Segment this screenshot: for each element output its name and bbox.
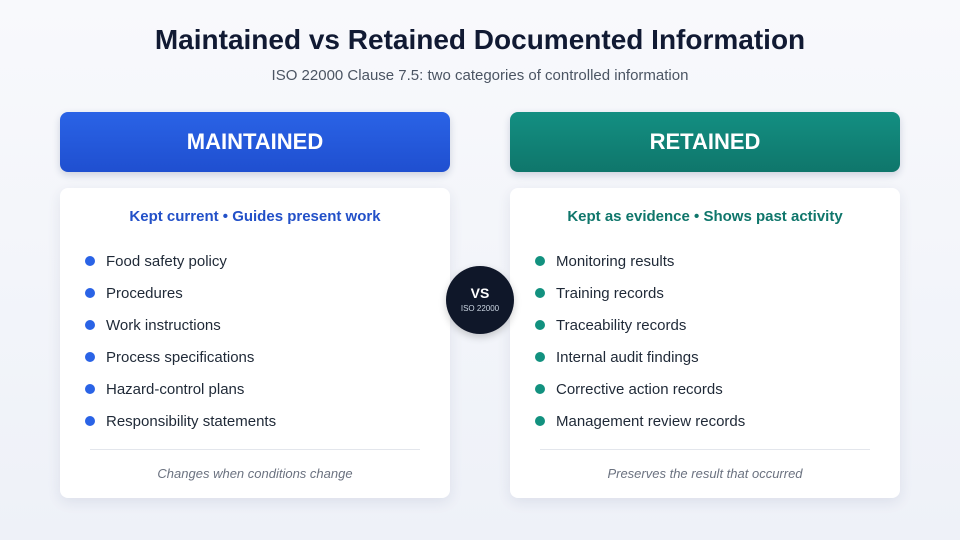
bullet-dot-icon bbox=[535, 352, 545, 362]
bullet-dot-icon bbox=[535, 416, 545, 426]
list-item-label: Internal audit findings bbox=[556, 348, 699, 366]
list-item-label: Food safety policy bbox=[106, 252, 227, 270]
bullet-dot-icon bbox=[535, 288, 545, 298]
list-item: Training records bbox=[535, 277, 745, 309]
list-item: Hazard-control plans bbox=[85, 373, 276, 405]
list-item: Management review records bbox=[535, 405, 745, 437]
list-item: Corrective action records bbox=[535, 373, 745, 405]
vs-badge: VS ISO 22000 bbox=[446, 266, 514, 334]
list-item-label: Responsibility statements bbox=[106, 412, 277, 430]
retained-footnote: Preserves the result that occurred bbox=[607, 466, 803, 481]
list-item: Monitoring results bbox=[535, 245, 745, 277]
list-item: Procedures bbox=[85, 277, 276, 309]
bullet-dot-icon bbox=[85, 352, 95, 362]
list-item-label: Procedures bbox=[106, 284, 183, 302]
list-item-label: Management review records bbox=[556, 412, 746, 430]
list-item: Responsibility statements bbox=[85, 405, 276, 437]
vs-label: VS bbox=[470, 285, 490, 301]
list-item-label: Hazard-control plans bbox=[106, 380, 245, 398]
bullet-dot-icon bbox=[535, 320, 545, 330]
maintained-list: Food safety policy Procedures Work instr… bbox=[85, 245, 276, 437]
page-subtitle: ISO 22000 Clause 7.5: two categories of … bbox=[271, 67, 689, 84]
maintained-header: MAINTAINED bbox=[60, 112, 450, 172]
list-item: Traceability records bbox=[535, 309, 745, 341]
vs-sublabel: ISO 22000 bbox=[460, 304, 500, 313]
bullet-dot-icon bbox=[85, 256, 95, 266]
retained-card: Kept as evidence • Shows past activity M… bbox=[510, 188, 900, 498]
list-item: Food safety policy bbox=[85, 245, 276, 277]
bullet-dot-icon bbox=[535, 384, 545, 394]
retained-tagline: Kept as evidence • Shows past activity bbox=[567, 208, 843, 225]
retained-list: Monitoring results Training records Trac… bbox=[535, 245, 745, 437]
bullet-dot-icon bbox=[85, 384, 95, 394]
list-item: Internal audit findings bbox=[535, 341, 745, 373]
maintained-footnote: Changes when conditions change bbox=[157, 466, 353, 481]
list-item-label: Training records bbox=[556, 284, 664, 302]
bullet-dot-icon bbox=[85, 320, 95, 330]
list-item-label: Monitoring results bbox=[556, 252, 675, 270]
list-item: Work instructions bbox=[85, 309, 276, 341]
bullet-dot-icon bbox=[85, 416, 95, 426]
list-item-label: Corrective action records bbox=[556, 380, 723, 398]
divider bbox=[540, 449, 870, 450]
bullet-dot-icon bbox=[85, 288, 95, 298]
page-title: Maintained vs Retained Documented Inform… bbox=[154, 24, 806, 55]
list-item-label: Process specifications bbox=[106, 348, 255, 366]
list-item-label: Traceability records bbox=[556, 316, 687, 334]
list-item-label: Work instructions bbox=[106, 316, 221, 334]
list-item: Process specifications bbox=[85, 341, 276, 373]
maintained-card: Kept current • Guides present work Food … bbox=[60, 188, 450, 498]
maintained-tagline: Kept current • Guides present work bbox=[129, 208, 381, 225]
divider bbox=[90, 449, 420, 450]
bullet-dot-icon bbox=[535, 256, 545, 266]
retained-header: RETAINED bbox=[510, 112, 900, 172]
